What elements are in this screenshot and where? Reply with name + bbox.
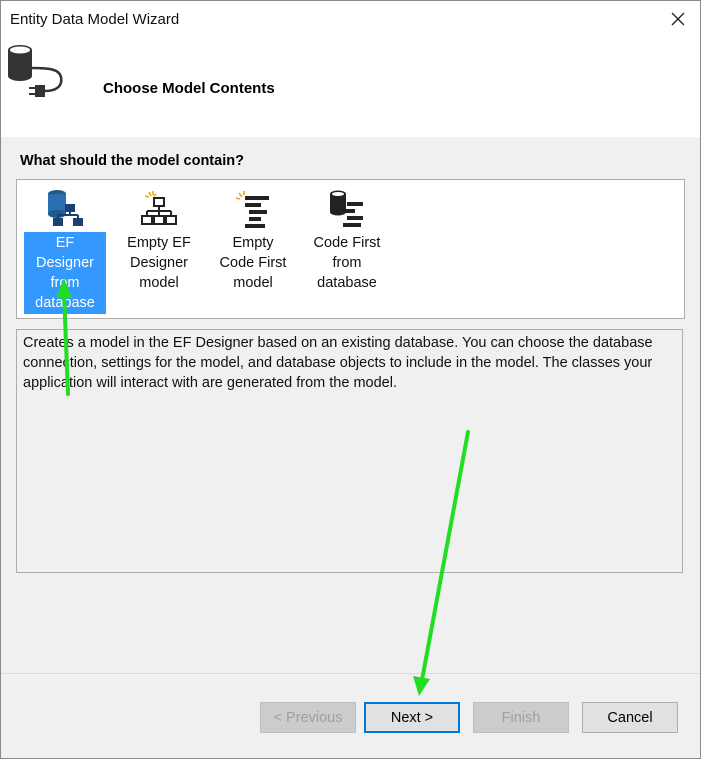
database-plug-icon <box>8 45 63 97</box>
window-title: Entity Data Model Wizard <box>10 11 180 28</box>
choice-label: EF Designer from database <box>24 232 106 314</box>
choice-description: Creates a model in the EF Designer based… <box>16 329 683 573</box>
database-designer-icon <box>48 190 83 226</box>
cancel-button[interactable]: Cancel <box>582 702 678 733</box>
empty-code-first-icon <box>235 191 269 228</box>
choice-label: Code First from database <box>313 235 381 291</box>
choice-empty-code-first-model[interactable]: Empty Code First model <box>212 182 294 291</box>
close-button[interactable] <box>656 1 700 37</box>
choice-empty-ef-designer-model[interactable]: Empty EF Designer model <box>118 182 200 291</box>
next-button[interactable]: Next > <box>364 702 460 733</box>
footer-divider <box>1 673 700 674</box>
choice-label: Empty Code First model <box>219 235 287 291</box>
wizard-window: Entity Data Model Wizard Choose Model Co… <box>0 0 701 759</box>
previous-button[interactable]: < Previous <box>260 702 356 733</box>
finish-button[interactable]: Finish <box>473 702 569 733</box>
wizard-header: Choose Model Contents <box>1 37 700 137</box>
section-prompt: What should the model contain? <box>20 153 244 169</box>
choice-code-first-from-database[interactable]: Code First from database <box>306 182 388 291</box>
close-icon <box>671 12 685 26</box>
choice-label: Empty EF Designer model <box>127 235 191 291</box>
title-bar: Entity Data Model Wizard <box>1 1 700 37</box>
choice-ef-designer-from-database[interactable]: EF Designer from database <box>24 182 106 314</box>
empty-designer-icon <box>141 191 177 225</box>
page-title: Choose Model Contents <box>103 80 275 97</box>
model-contents-list: EF Designer from database Empty EF Desig… <box>16 179 685 319</box>
code-first-database-icon <box>330 190 363 227</box>
